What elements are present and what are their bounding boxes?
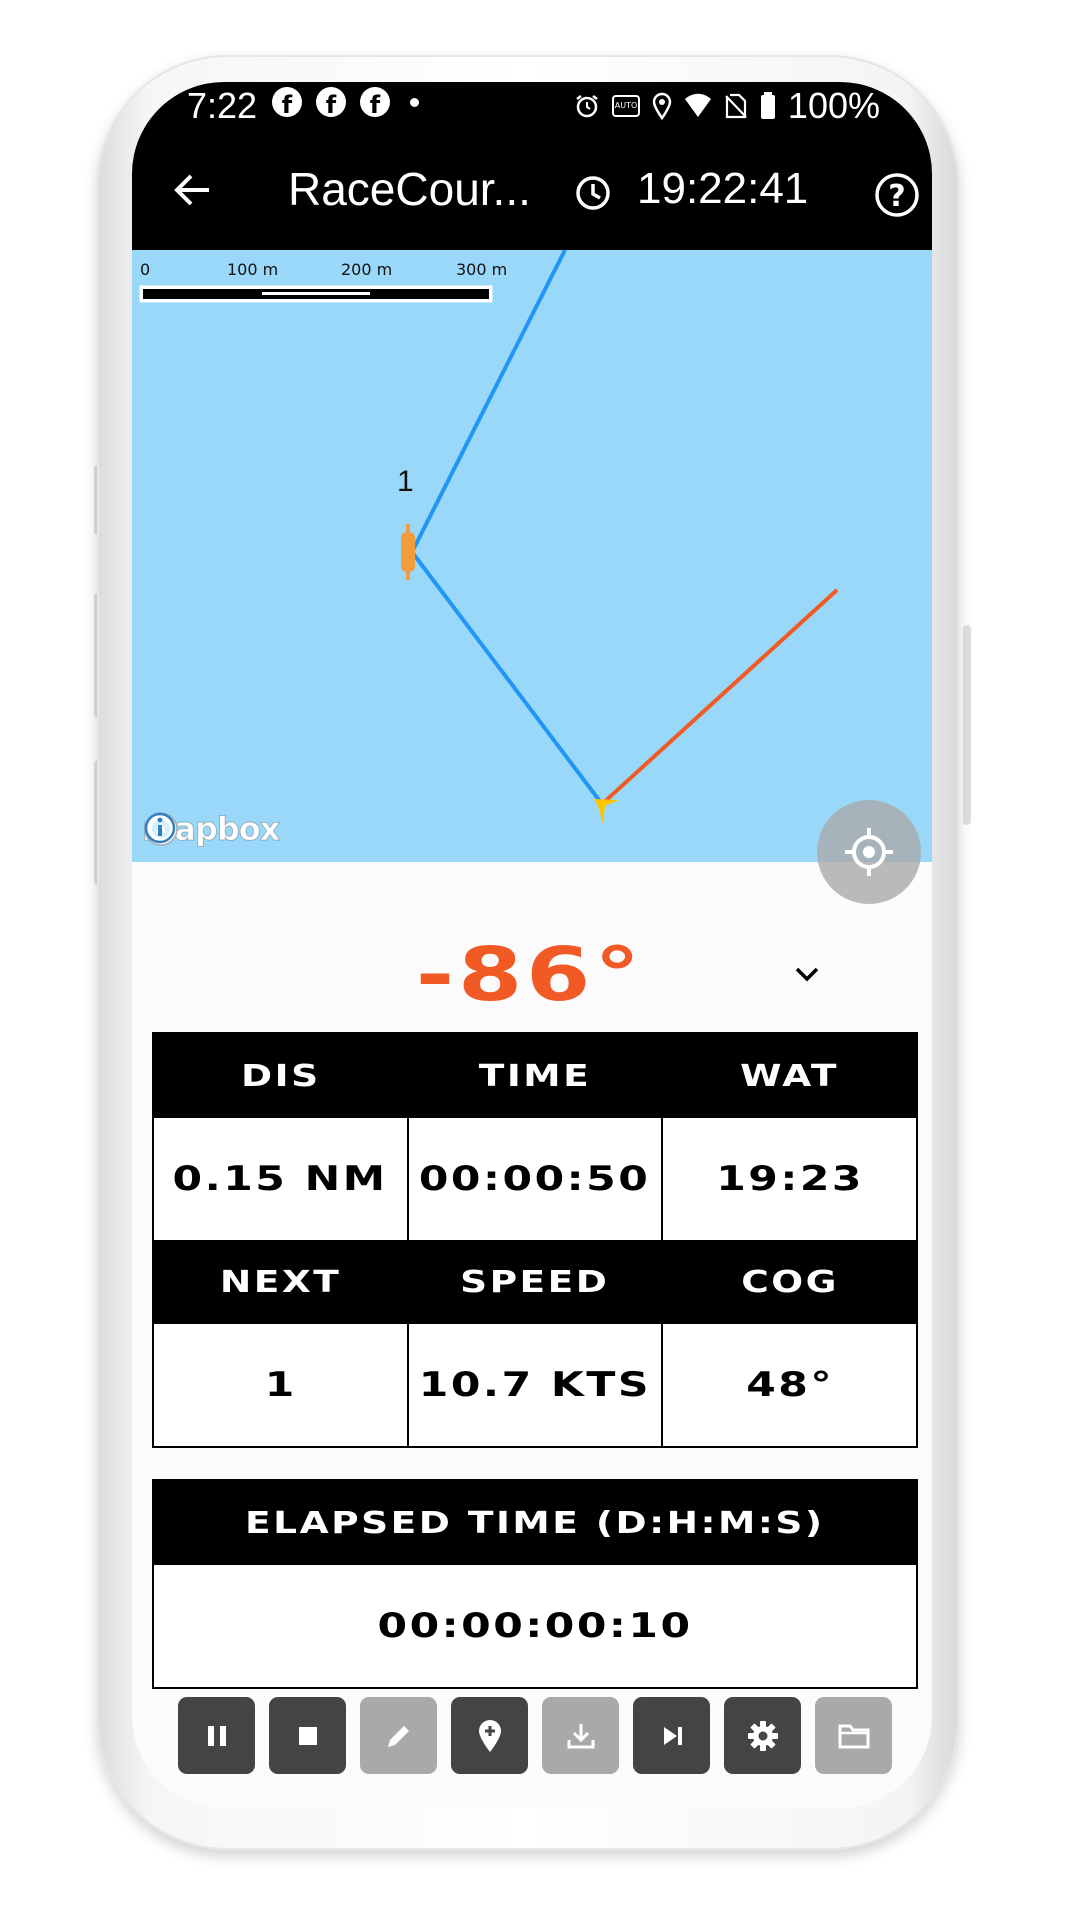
buoy-mark-icon: [401, 524, 415, 580]
table-value-row: 0.15 NM 00:00:50 19:23: [154, 1118, 917, 1240]
elapsed-value-row: 00:00:00:10: [154, 1565, 916, 1687]
header-wat: WAT: [663, 1034, 917, 1118]
alarm-icon: [576, 95, 598, 118]
scale-label: 100 m: [227, 260, 279, 279]
map-canvas: [139, 250, 839, 824]
value-label: 00:00:50: [419, 1159, 651, 1199]
auto-brightness-icon: AUTO: [611, 95, 640, 117]
battery-icon: [760, 92, 775, 119]
header-label: WAT: [740, 1058, 840, 1094]
facebook-icon: f: [316, 87, 346, 117]
clock-icon: [576, 176, 610, 210]
info-icon[interactable]: [142, 810, 178, 846]
system-icons: AUTO 100%: [574, 85, 880, 127]
skip-next-icon: [663, 1726, 682, 1745]
dot-icon: [410, 97, 419, 107]
header-dis: DIS: [154, 1034, 409, 1118]
scale-label: 300 m: [456, 260, 508, 279]
download-icon: [567, 1723, 594, 1748]
header-cog: COG: [663, 1240, 917, 1324]
elapsed-header-row: ELAPSED TIME (D:H:M:S): [154, 1481, 916, 1565]
value-label: 19:23: [715, 1159, 864, 1199]
scale-label: 200 m: [341, 260, 393, 279]
phone-screen: 7:22 f f f AUTO 100% RaceCour... 19:22:4…: [132, 82, 932, 1808]
facebook-icon: f: [272, 87, 302, 117]
boat-icon: [594, 799, 619, 824]
svg-text:AUTO: AUTO: [615, 101, 638, 110]
value-wat: 19:23: [663, 1118, 917, 1240]
notification-icons: f f f: [272, 87, 419, 117]
stats-table: DIS TIME WAT 0.15 NM 00:00:50 19:23 NEXT…: [152, 1032, 918, 1448]
header-label: ELAPSED TIME (D:H:M:S): [245, 1505, 825, 1541]
crosshair-icon: [845, 828, 893, 876]
table-header-row: DIS TIME WAT: [154, 1034, 917, 1118]
mark-label: 1: [397, 465, 414, 498]
add-mark-button[interactable]: [451, 1697, 528, 1774]
value-label: 10.7 KTS: [418, 1365, 652, 1405]
value-label: 00:00:00:10: [377, 1606, 693, 1646]
table-value-row: 1 10.7 KTS 48°: [154, 1324, 917, 1446]
add-location-icon: [478, 1719, 501, 1752]
race-map[interactable]: 0 100 m 200 m 300 m 1 mapbox: [132, 250, 932, 862]
value-time: 00:00:50: [408, 1118, 664, 1240]
header-time: TIME: [408, 1034, 664, 1118]
value-cog: 48°: [663, 1324, 917, 1446]
value-label: 48°: [745, 1365, 834, 1405]
back-arrow-icon: [174, 174, 209, 206]
course-line: [409, 250, 604, 806]
value-label: 1: [264, 1365, 297, 1405]
elapsed-time-table: ELAPSED TIME (D:H:M:S) 00:00:00:10: [152, 1479, 918, 1689]
elapsed-header: ELAPSED TIME (D:H:M:S): [154, 1481, 916, 1565]
header-label: TIME: [478, 1058, 592, 1094]
race-clock: 19:22:41: [637, 164, 809, 213]
folder-button[interactable]: [815, 1697, 892, 1774]
battery-percent: 100%: [787, 85, 880, 126]
facebook-icon: f: [360, 87, 390, 117]
top-bar: 7:22 f f f AUTO 100% RaceCour... 19:22:4…: [132, 82, 932, 250]
table-header-row: NEXT SPEED COG: [154, 1240, 917, 1324]
page-title: RaceCour...: [288, 163, 531, 215]
power-button: [963, 625, 971, 825]
settings-button[interactable]: [724, 1697, 801, 1774]
download-button[interactable]: [542, 1697, 619, 1774]
back-button[interactable]: [162, 160, 222, 220]
header-label: DIS: [240, 1058, 321, 1094]
help-icon[interactable]: ?: [869, 167, 925, 223]
scale-label: 0: [140, 260, 151, 279]
location-icon: [652, 92, 672, 120]
value-next-mark: 1: [154, 1324, 409, 1446]
pencil-icon: [387, 1725, 409, 1747]
header-speed: SPEED: [408, 1240, 664, 1324]
wifi-icon: [684, 93, 711, 117]
stop-icon: [298, 1726, 317, 1745]
pause-button[interactable]: [178, 1697, 255, 1774]
no-sim-icon: [725, 93, 747, 119]
folder-icon: [838, 1724, 869, 1748]
status-time: 7:22: [187, 85, 258, 126]
value-label: 0.15 NM: [172, 1159, 388, 1199]
device-mockup: 7:22 f f f AUTO 100% RaceCour... 19:22:4…: [0, 0, 1080, 1920]
header-label: NEXT: [219, 1264, 342, 1300]
skip-next-button[interactable]: [633, 1697, 710, 1774]
header-label: SPEED: [460, 1264, 610, 1300]
chevron-down-icon[interactable]: [792, 959, 822, 989]
recenter-button[interactable]: [817, 800, 921, 904]
svg-text:?: ?: [888, 179, 905, 214]
gear-icon: [747, 1720, 778, 1751]
elapsed-value: 00:00:00:10: [154, 1565, 916, 1687]
edit-button[interactable]: [360, 1697, 437, 1774]
value-speed: 10.7 KTS: [408, 1324, 664, 1446]
track-line: [600, 588, 839, 806]
header-label: COG: [740, 1264, 839, 1300]
action-toolbar: [178, 1697, 892, 1774]
mapbox-attribution: mapbox: [141, 810, 280, 849]
header-next: NEXT: [154, 1240, 409, 1324]
stop-button[interactable]: [269, 1697, 346, 1774]
value-distance: 0.15 NM: [154, 1118, 409, 1240]
pause-icon: [207, 1725, 226, 1746]
